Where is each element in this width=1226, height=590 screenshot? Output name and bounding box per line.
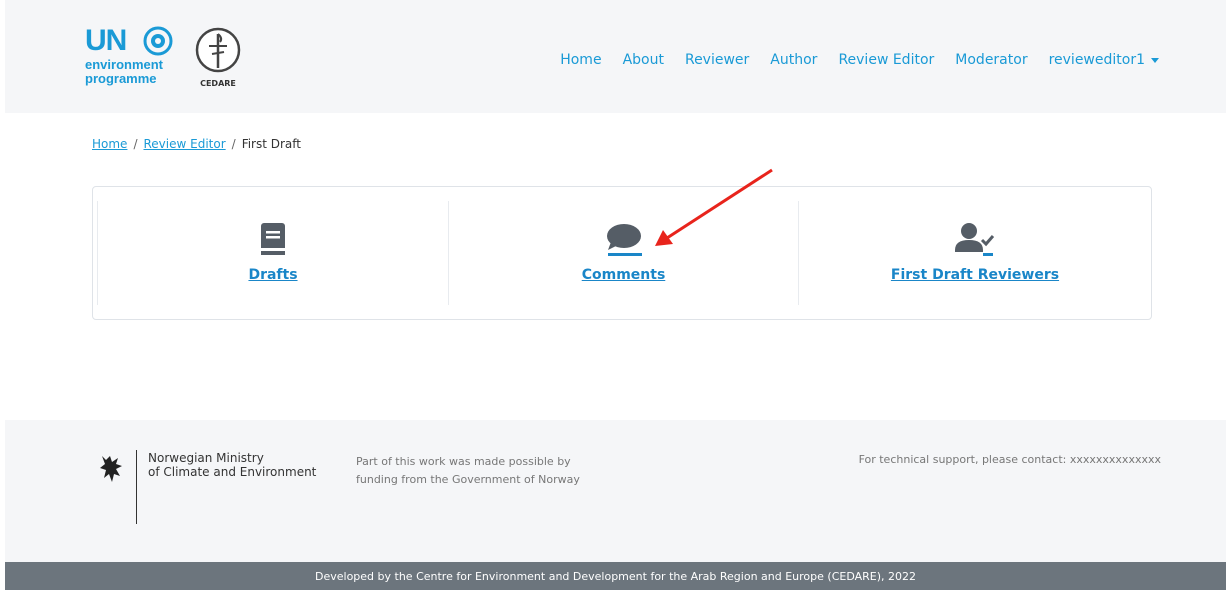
cedare-wordmark: CEDARE xyxy=(200,79,236,88)
tile-drafts-icon-wrap xyxy=(261,221,285,257)
breadcrumb-separator: / xyxy=(231,137,236,151)
un-wordmark: UN xyxy=(85,24,127,57)
funding-line-2: funding from the Government of Norway xyxy=(356,473,580,486)
tile-reviewers-icon-wrap xyxy=(955,221,995,257)
un-emblem-icon xyxy=(143,26,173,56)
annotation-arrow xyxy=(655,168,773,246)
breadcrumb-separator: / xyxy=(133,137,138,151)
ministry-text: Norwegian Ministry of Climate and Enviro… xyxy=(148,451,316,479)
bottom-bar: Developed by the Centre for Environment … xyxy=(5,562,1226,590)
user-menu-label: revieweditor1 xyxy=(1048,52,1145,68)
unep-line-programme: programme xyxy=(85,71,157,86)
nav-links: Home About Reviewer Author Review Editor… xyxy=(560,52,1159,68)
tile-drafts[interactable]: Drafts xyxy=(97,201,448,305)
book-icon xyxy=(261,223,285,255)
ministry-line-2: of Climate and Environment xyxy=(148,465,317,479)
navbar: UN environment programme CEDARE Home Abo… xyxy=(5,0,1226,113)
nav-review-editor[interactable]: Review Editor xyxy=(838,52,934,68)
footer xyxy=(5,420,1226,562)
nav-moderator[interactable]: Moderator xyxy=(955,52,1027,68)
nav-reviewer[interactable]: Reviewer xyxy=(685,52,749,68)
funding-line-1: Part of this work was made possible by xyxy=(356,455,571,468)
support-contact-text: For technical support, please contact: x… xyxy=(858,453,1161,466)
breadcrumb-current: First Draft xyxy=(241,137,302,151)
norway-lion-crest-icon xyxy=(100,456,122,482)
nav-about[interactable]: About xyxy=(623,52,664,68)
drafts-link[interactable]: Drafts xyxy=(248,267,297,283)
breadcrumb-home[interactable]: Home xyxy=(92,137,127,151)
funding-text: Part of this work was made possible by f… xyxy=(356,453,580,489)
developed-by-text: Developed by the Centre for Environment … xyxy=(315,569,916,583)
footer-divider xyxy=(136,450,137,524)
nav-home[interactable]: Home xyxy=(560,52,601,68)
unep-line-environment: environment xyxy=(85,57,164,72)
breadcrumb: Home / Review Editor / First Draft xyxy=(92,137,301,151)
page: UN environment programme CEDARE Home Abo… xyxy=(0,0,1226,590)
unep-logo[interactable]: UN environment programme xyxy=(85,24,195,104)
breadcrumb-review-editor[interactable]: Review Editor xyxy=(143,137,225,151)
first-draft-card: Drafts Comments First Draft Reviewers xyxy=(92,186,1152,320)
nav-author[interactable]: Author xyxy=(770,52,817,68)
cedare-logo[interactable]: CEDARE xyxy=(193,26,243,90)
first-draft-reviewers-link[interactable]: First Draft Reviewers xyxy=(891,267,1059,283)
tile-reviewers[interactable]: First Draft Reviewers xyxy=(798,201,1151,305)
tile-comments-icon-wrap xyxy=(606,221,642,257)
user-menu-dropdown[interactable]: revieweditor1 xyxy=(1049,52,1159,68)
ministry-line-1: Norwegian Ministry xyxy=(148,451,264,465)
user-check-icon xyxy=(955,223,995,256)
comments-link[interactable]: Comments xyxy=(582,267,666,283)
caret-down-icon xyxy=(1151,57,1159,63)
comment-icon xyxy=(606,224,642,256)
